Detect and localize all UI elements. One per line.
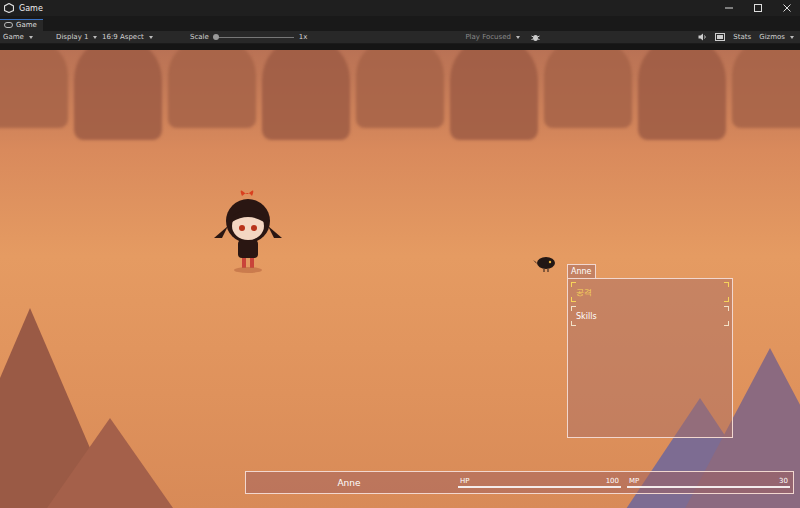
command-item[interactable]: Skills: [571, 306, 729, 326]
view-dropdown[interactable]: Game: [3, 33, 48, 41]
unity-logo-icon: [4, 3, 14, 13]
status-bar: Anne HP 100 MP 30: [245, 471, 794, 494]
character-name: Anne: [246, 478, 452, 488]
maximize-icon[interactable]: [753, 3, 763, 13]
gizmos-dropdown[interactable]: Gizmos: [759, 33, 794, 41]
scale-label: Scale: [190, 33, 209, 41]
command-menu-title: Anne: [567, 264, 596, 278]
game-viewport: Anne 공격 Skills Anne HP 100 MP 30: [0, 44, 800, 508]
window-title: Game: [19, 4, 43, 13]
game-scene: Anne 공격 Skills Anne HP 100 MP 30: [0, 50, 800, 508]
minimize-icon[interactable]: [724, 3, 734, 13]
hp-label: HP: [460, 477, 470, 485]
gamepad-icon: [4, 22, 13, 28]
command-panel: 공격 Skills: [567, 278, 733, 438]
tree: [638, 50, 726, 140]
speaker-icon[interactable]: [698, 33, 707, 41]
tree: [74, 50, 162, 140]
mountain: [40, 418, 180, 508]
mp-label: MP: [629, 477, 639, 485]
tree: [262, 50, 350, 140]
hp-value: 100: [606, 477, 619, 485]
stats-button[interactable]: Stats: [733, 33, 751, 41]
aspect-dropdown[interactable]: 16:9 Aspect: [102, 33, 182, 41]
tab[interactable]: Game: [0, 19, 43, 31]
mp-value: 30: [779, 477, 788, 485]
close-icon[interactable]: [782, 3, 792, 13]
command-menu: Anne 공격 Skills: [567, 259, 733, 438]
crow-enemy: [533, 254, 559, 272]
tree: [356, 50, 444, 128]
game-toolbar: Game Display 1 16:9 Aspect Scale 1x Play…: [0, 31, 800, 44]
tree: [450, 50, 538, 140]
aspect-icon[interactable]: [715, 33, 725, 41]
display-dropdown[interactable]: Display 1: [56, 33, 94, 41]
bug-icon[interactable]: [531, 33, 540, 42]
tree: [544, 50, 632, 128]
title-bar: Game: [0, 0, 800, 16]
tree: [732, 50, 800, 128]
hp-gauge: HP 100: [458, 477, 621, 488]
tab-bar: Game: [0, 16, 800, 31]
tree: [0, 50, 68, 128]
scale-control: Scale 1x: [190, 33, 307, 41]
player-character: [208, 186, 288, 276]
mp-gauge: MP 30: [627, 477, 790, 488]
scale-slider[interactable]: [214, 33, 294, 41]
play-mode-dropdown[interactable]: Play Focused: [465, 33, 523, 41]
unity-editor: Game Game Game Display 1 16:9 Aspect Sca…: [0, 0, 800, 508]
forest: [0, 50, 800, 150]
scale-value: 1x: [299, 33, 308, 41]
command-item[interactable]: 공격: [571, 282, 729, 302]
tree: [168, 50, 256, 128]
